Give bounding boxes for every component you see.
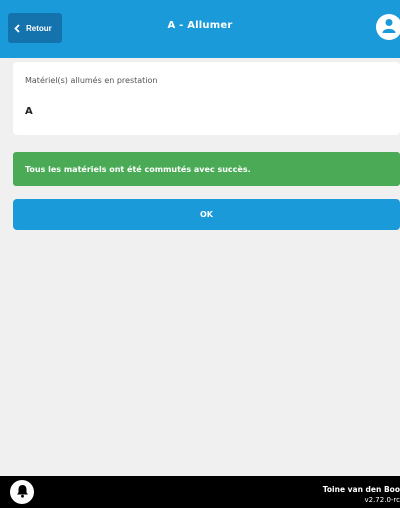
notifications-button[interactable] [10,480,34,504]
user-icon [382,18,396,37]
equipment-label: Matériel(s) allumés en prestation [25,76,158,85]
success-message-text: Tous les matériels ont été commutés avec… [25,164,251,174]
header-bar: Retour A - Allumer [0,0,400,58]
user-menu-button[interactable] [376,14,400,40]
bell-icon [16,484,29,501]
success-message: Tous les matériels ont été commutés avec… [13,152,400,186]
footer-bar: Toine van den Boo v2.72.0-rc [0,476,400,508]
equipment-value: A [25,106,33,117]
current-user-name: Toine van den Boo [322,485,400,494]
ok-button[interactable]: OK [13,199,400,230]
app-version: v2.72.0-rc [364,496,400,504]
equipment-card: Matériel(s) allumés en prestation A [13,62,400,135]
page-title: A - Allumer [167,20,233,31]
